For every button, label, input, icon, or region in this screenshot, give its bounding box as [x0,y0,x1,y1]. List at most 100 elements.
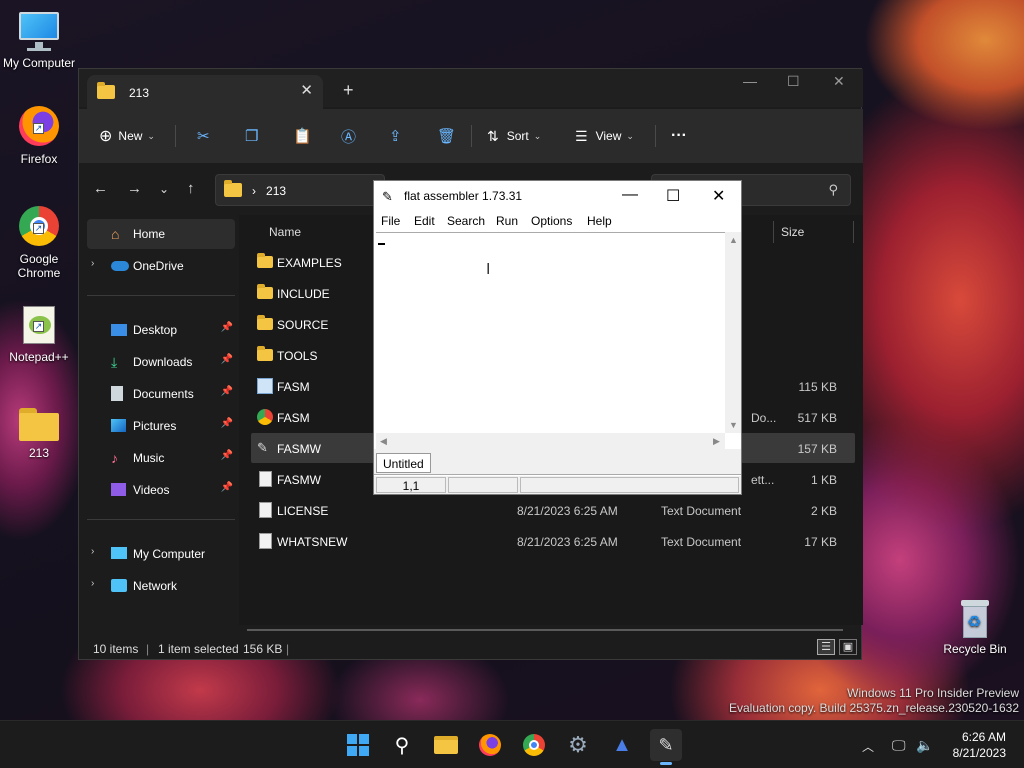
cursor-position: 1,1 [376,477,446,493]
view-label: View [595,129,622,143]
expand-icon[interactable]: › [91,546,94,557]
menu-options[interactable]: Options [531,214,572,228]
minimize-button[interactable]: — [622,186,638,204]
nav-item-videos[interactable]: Videos 📌 [87,475,235,505]
clock[interactable]: 6:26 AM 8/21/2023 [953,729,1006,761]
horizontal-scrollbar[interactable] [247,629,843,631]
scroll-up-icon[interactable]: ▲ [729,235,738,245]
nav-item-my-computer[interactable]: › My Computer [87,539,235,569]
vertical-scrollbar[interactable]: ▲ ▼ [725,232,741,433]
search-icon: ⚲ [828,182,838,197]
clock-time: 6:26 AM [961,730,1006,744]
nav-item-onedrive[interactable]: › OneDrive [87,251,235,281]
column-header-size[interactable]: Size [781,225,804,239]
maximize-button[interactable]: ☐ [666,186,680,206]
volume-icon[interactable]: 🔈 [916,737,933,754]
address-bar[interactable]: › 213 [215,174,385,206]
scroll-down-icon[interactable]: ▼ [729,420,738,430]
nav-item-pictures[interactable]: Pictures 📌 [87,411,235,441]
sort-label: Sort [506,129,529,143]
close-tab-icon[interactable]: ✕ [300,81,313,99]
menu-edit[interactable]: Edit [414,214,435,228]
fasm-status-bar: 1,1 [374,476,741,494]
file-row[interactable]: WHATSNEW 8/21/2023 6:25 AM Text Document… [251,526,855,556]
taskbar-firefox[interactable] [474,729,506,761]
source-editor[interactable]: I [376,232,727,433]
desktop-icon-recycle-bin[interactable]: ♻ Recycle Bin [937,598,1013,656]
pin-icon[interactable]: 📌 [221,322,233,333]
view-button[interactable]: ☰ View ⌄ [575,123,634,149]
pin-icon[interactable]: 📌 [221,482,233,493]
up-icon[interactable]: ↑ [187,180,195,197]
desktop-icon-label: 213 [28,446,50,460]
close-button[interactable]: ✕ [833,73,845,90]
horizontal-scrollbar[interactable]: ◀ ▶ [376,433,725,449]
tab-untitled[interactable]: Untitled [376,453,431,473]
delete-icon[interactable]: 🗑 [437,123,456,149]
share-icon[interactable]: ⇪ [389,123,402,149]
expand-icon[interactable]: › [91,258,94,269]
window-title: flat assembler 1.73.31 [404,189,523,203]
back-icon[interactable]: ← [93,180,108,197]
pin-icon[interactable]: 📌 [221,386,233,397]
scroll-right-icon[interactable]: ▶ [713,436,720,447]
new-tab-button[interactable]: + [343,81,354,99]
scroll-left-icon[interactable]: ◀ [380,436,387,447]
maximize-button[interactable]: ☐ [787,73,800,90]
nav-item-desktop[interactable]: Desktop 📌 [87,315,235,345]
nav-item-home[interactable]: ⌂ Home [87,219,235,249]
desktop-icon-notepadpp[interactable]: ↗ Notepad++ [1,304,77,364]
desktop-icon-folder-213[interactable]: 213 [1,404,77,460]
chevron-down-icon: ⌄ [147,130,155,141]
status-bar: 10 items | 1 item selected 156 KB | ☰ ▣ [79,635,863,659]
menu-run[interactable]: Run [496,214,518,228]
download-icon: ⤓ [111,354,118,370]
copy-icon[interactable]: ❐ [245,123,258,149]
desktop-icon-my-computer[interactable]: My Computer [1,10,77,70]
fasm-app-icon: ✎ [658,734,674,755]
recent-locations-icon[interactable]: ⌄ [159,182,169,196]
desktop-icon-label: Google Chrome [17,252,61,280]
pin-icon[interactable]: 📌 [221,354,233,365]
desktop-icon-firefox[interactable]: ↗ Firefox [1,104,77,166]
search-button[interactable]: ⚲ [386,729,418,761]
network-icon[interactable]: 🖵 [892,737,906,754]
breadcrumb[interactable]: › 213 [252,184,286,198]
desktop-icon-label: Firefox [20,152,58,166]
pin-icon[interactable]: 📌 [221,450,233,461]
menu-file[interactable]: File [381,214,400,228]
show-hidden-icons-chevron-up-icon[interactable]: ︿ [862,738,874,755]
nav-item-music[interactable]: ♪ Music 📌 [87,443,235,473]
taskbar-file-explorer[interactable] [430,729,462,761]
paste-icon[interactable]: 📋 [293,123,312,149]
tiles-view-icon[interactable]: ▣ [839,639,857,655]
pin-icon[interactable]: 📌 [221,418,233,429]
explorer-tab[interactable]: 213 ✕ [87,75,323,109]
music-icon: ♪ [111,450,118,466]
menu-search[interactable]: Search [447,214,485,228]
file-row[interactable]: LICENSE 8/21/2023 6:25 AM Text Document … [251,495,855,525]
forward-icon[interactable]: → [127,180,142,197]
expand-icon[interactable]: › [91,578,94,589]
taskbar-fasm[interactable]: ✎ [650,729,682,765]
nav-item-network[interactable]: › Network [87,571,235,601]
taskbar-chrome[interactable] [518,729,550,761]
nav-item-documents[interactable]: Documents 📌 [87,379,235,409]
column-header-name[interactable]: Name [269,225,301,239]
fasm-app-icon: ✎ [257,440,268,455]
menu-help[interactable]: Help [587,214,612,228]
windows-watermark-build: Evaluation copy. Build 25375.zn_release.… [729,701,1019,715]
taskbar-app[interactable]: ▲ [606,729,638,761]
cut-icon[interactable]: ✂ [197,123,210,149]
nav-item-downloads[interactable]: ⤓ Downloads 📌 [87,347,235,377]
start-button[interactable] [342,729,374,761]
desktop-icon-chrome[interactable]: ↗ Google Chrome [1,204,77,280]
details-view-icon[interactable]: ☰ [817,639,835,655]
minimize-button[interactable]: — [743,73,757,89]
more-options-button[interactable]: ··· [671,123,687,149]
close-button[interactable]: ✕ [712,186,725,206]
taskbar-settings[interactable]: ⚙ [562,729,594,761]
new-button[interactable]: ⊕ New ⌄ [99,123,155,149]
sort-button[interactable]: ⇅ Sort ⌄ [487,123,541,149]
rename-icon[interactable]: Ⓐ [341,123,356,149]
